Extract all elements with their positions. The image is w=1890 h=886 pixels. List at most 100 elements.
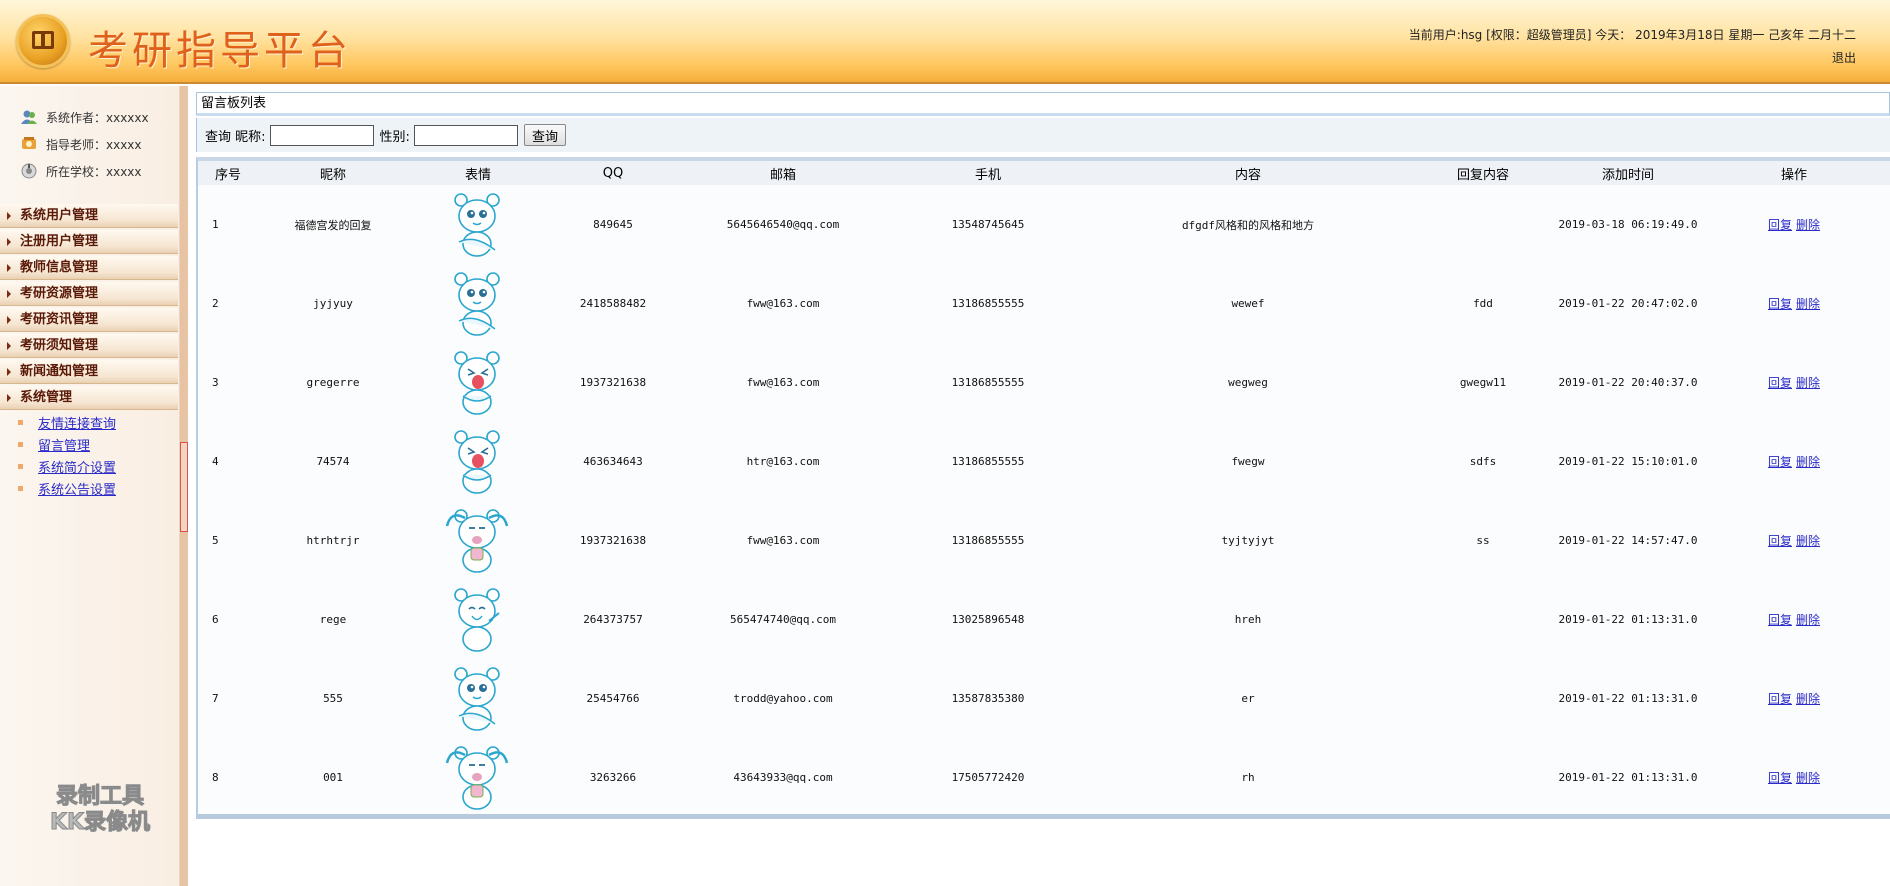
delete-link[interactable]: 删除 bbox=[1796, 613, 1820, 627]
submenu-messages: 留言管理 bbox=[18, 434, 90, 454]
search-bar: 查询 昵称: 性别: 查询 bbox=[196, 118, 1890, 152]
arrow-right-icon bbox=[7, 238, 11, 246]
delete-link[interactable]: 删除 bbox=[1796, 376, 1820, 390]
logout-link[interactable]: 退出 bbox=[1832, 47, 1856, 70]
delete-link[interactable]: 删除 bbox=[1796, 771, 1820, 785]
sidebar-info-teacher: 指导老师：xxxxx bbox=[20, 133, 142, 155]
menu-system-admin[interactable]: 系统管理 bbox=[0, 386, 178, 410]
reply-link[interactable]: 回复 bbox=[1768, 613, 1792, 627]
cell-reply bbox=[1408, 580, 1558, 659]
arrow-right-icon bbox=[7, 212, 11, 220]
cell-index: 3 bbox=[212, 376, 219, 389]
table-body: 1 福德宫发的回复 849645 5645646540@qq.com 135487456… bbox=[198, 185, 1890, 817]
reply-link[interactable]: 回复 bbox=[1768, 771, 1792, 785]
cell-phone: 17505772420 bbox=[951, 771, 1025, 784]
cell-email: fww@163.com bbox=[746, 297, 820, 310]
menu-news-notifications[interactable]: 新闻通知管理 bbox=[0, 360, 178, 384]
cell-nickname: 001 bbox=[323, 771, 343, 784]
cell-email: trodd@yahoo.com bbox=[733, 692, 833, 705]
smile-bear-emoji-icon bbox=[454, 271, 500, 336]
nickname-input[interactable] bbox=[269, 124, 374, 146]
menu-registered-users[interactable]: 注册用户管理 bbox=[0, 230, 178, 254]
sidebar-info-label: 所在学校：xxxxx bbox=[46, 164, 142, 179]
cell-nickname: htrhtrjr bbox=[306, 534, 360, 547]
delete-link[interactable]: 删除 bbox=[1796, 297, 1820, 311]
search-button[interactable]: 查询 bbox=[523, 124, 566, 146]
sidebar-info-author: 系统作者：xxxxxx bbox=[20, 106, 149, 128]
menu-notices[interactable]: 考研须知管理 bbox=[0, 334, 178, 358]
cell-reply: fdd bbox=[1473, 297, 1493, 310]
cell-email: fww@163.com bbox=[746, 534, 820, 547]
reply-link[interactable]: 回复 bbox=[1768, 534, 1792, 548]
reply-link[interactable]: 回复 bbox=[1768, 297, 1792, 311]
table-row: 5 htrhtrjr 1937321638 fww@163.com 1318685555… bbox=[198, 501, 1890, 580]
reply-link[interactable]: 回复 bbox=[1768, 218, 1792, 232]
column-header: 手机 bbox=[974, 167, 1001, 183]
cell-time: 2019-01-22 20:47:02.0 bbox=[1558, 297, 1698, 310]
current-user-text: 当前用户:hsg [权限：超级管理员] 今天： 2019年3月18日 星期一 己… bbox=[1408, 28, 1856, 42]
cell-reply: gwegw11 bbox=[1459, 376, 1507, 389]
submenu-friend-links: 友情连接查询 bbox=[18, 412, 116, 432]
reply-link[interactable]: 回复 bbox=[1768, 376, 1792, 390]
menu-label: 考研须知管理 bbox=[20, 338, 99, 353]
cell-email: fww@163.com bbox=[746, 376, 820, 389]
arrow-right-icon bbox=[7, 316, 11, 324]
submenu-link[interactable]: 系统简介设置 bbox=[38, 457, 116, 476]
column-header: 昵称 bbox=[319, 167, 346, 183]
submenu-link[interactable]: 友情连接查询 bbox=[38, 413, 116, 432]
menu-resources[interactable]: 考研资源管理 bbox=[0, 282, 178, 306]
cell-email: 5645646540@qq.com bbox=[726, 218, 840, 231]
submenu-link[interactable]: 留言管理 bbox=[38, 435, 90, 454]
cell-index: 5 bbox=[212, 534, 219, 547]
delete-link[interactable]: 删除 bbox=[1796, 218, 1820, 232]
cry-bear-emoji-icon bbox=[445, 745, 509, 810]
delete-link[interactable]: 删除 bbox=[1796, 455, 1820, 469]
menu-teacher-info[interactable]: 教师信息管理 bbox=[0, 256, 178, 280]
cell-nickname: 555 bbox=[323, 692, 343, 705]
cell-content: tyjtyjyt bbox=[1221, 534, 1275, 547]
cell-content: dfgdf风格和的风格和地方 bbox=[1181, 218, 1315, 232]
cell-time: 2019-01-22 14:57:47.0 bbox=[1558, 534, 1698, 547]
column-header: 内容 bbox=[1234, 167, 1261, 183]
cell-actions: 回复 删除 bbox=[1698, 422, 1890, 501]
nickname-label: 昵称: bbox=[235, 129, 266, 145]
cell-emoji bbox=[408, 738, 548, 817]
laugh-bear-emoji-icon bbox=[454, 587, 500, 652]
recorder-watermark: 录制工具 KK录像机 bbox=[30, 784, 170, 836]
cell-time: 2019-01-22 01:13:31.0 bbox=[1558, 613, 1698, 626]
table-row: 6 rege 264373757 565474740@qq.com 1302589654… bbox=[198, 580, 1890, 659]
menu-news-info[interactable]: 考研资讯管理 bbox=[0, 308, 178, 332]
menu-label: 教师信息管理 bbox=[20, 260, 99, 275]
cell-actions: 回复 删除 bbox=[1698, 343, 1890, 422]
cell-index: 8 bbox=[212, 771, 219, 784]
cell-index: 6 bbox=[212, 613, 219, 626]
sidebar-collapse-toggle[interactable] bbox=[180, 442, 188, 532]
menu-system-users[interactable]: 系统用户管理 bbox=[0, 204, 178, 228]
arrow-right-icon bbox=[7, 290, 11, 298]
reply-link[interactable]: 回复 bbox=[1768, 455, 1792, 469]
cell-emoji bbox=[408, 501, 548, 580]
submenu-link[interactable]: 系统公告设置 bbox=[38, 479, 116, 498]
cell-phone: 13186855555 bbox=[951, 455, 1025, 468]
table-row: 8 001 3263266 43643933@qq.com 17505772420 rh 2… bbox=[198, 738, 1890, 817]
cell-qq: 25454766 bbox=[586, 692, 640, 705]
arrow-right-icon bbox=[7, 342, 11, 350]
query-label: 查询 bbox=[205, 129, 232, 145]
delete-link[interactable]: 删除 bbox=[1796, 534, 1820, 548]
sidebar: 系统作者：xxxxxx 指导老师：xxxxx 所在学校：xxxxx 系统用户管理… bbox=[0, 86, 180, 886]
gender-input[interactable] bbox=[413, 124, 518, 146]
menu-label: 考研资讯管理 bbox=[20, 312, 99, 327]
cell-content: er bbox=[1241, 692, 1255, 705]
arrow-right-icon bbox=[7, 394, 11, 402]
cell-qq: 264373757 bbox=[583, 613, 643, 626]
shout-bear-emoji-icon bbox=[454, 350, 500, 415]
reply-link[interactable]: 回复 bbox=[1768, 692, 1792, 706]
smile-bear-emoji-icon bbox=[454, 666, 500, 731]
column-header: 操作 bbox=[1780, 167, 1807, 183]
cell-content: hreh bbox=[1234, 613, 1262, 626]
cell-content: fwegw bbox=[1231, 455, 1265, 468]
table-row: 1 福德宫发的回复 849645 5645646540@qq.com 135487456… bbox=[198, 185, 1890, 264]
school-icon bbox=[21, 163, 37, 179]
delete-link[interactable]: 删除 bbox=[1796, 692, 1820, 706]
cell-phone: 13587835380 bbox=[951, 692, 1025, 705]
